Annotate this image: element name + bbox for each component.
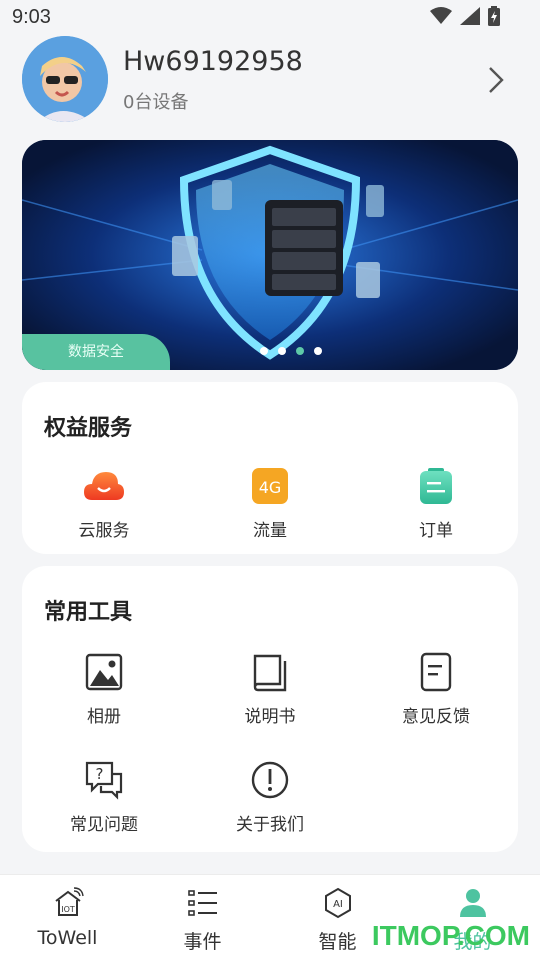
site-watermark: ITMOP.COM	[371, 920, 530, 951]
banner-dot-active[interactable]	[296, 347, 304, 355]
status-bar: 9:03	[0, 0, 540, 36]
svg-text:IOT: IOT	[61, 905, 75, 914]
svg-text:?: ?	[96, 765, 104, 783]
about-icon	[251, 761, 289, 799]
avatar[interactable]	[22, 36, 108, 122]
ai-icon: AI	[324, 887, 351, 919]
benefit-orders[interactable]: 订单	[376, 466, 496, 541]
tool-label: 常见问题	[70, 815, 138, 835]
benefit-label: 流量	[253, 521, 287, 541]
home-iot-icon: IOT	[54, 887, 84, 916]
tool-faq[interactable]: ? 常见问题	[44, 760, 164, 835]
tool-manual[interactable]: 说明书	[210, 652, 330, 727]
tool-label: 相册	[87, 707, 121, 727]
tools-title: 常用工具	[44, 600, 133, 625]
tab-label: ToWell	[37, 927, 98, 949]
banner-dot[interactable]	[260, 347, 268, 355]
svg-text:4G: 4G	[259, 478, 282, 497]
order-icon	[420, 468, 452, 504]
benefits-title: 权益服务	[44, 416, 133, 441]
faq-icon: ?	[85, 761, 123, 800]
banner-tag: 数据安全	[22, 334, 170, 370]
feedback-icon	[420, 652, 452, 692]
tool-about[interactable]: 关于我们	[210, 760, 330, 835]
status-time: 9:03	[12, 6, 51, 28]
4g-icon: 4G	[252, 468, 288, 504]
manual-icon	[253, 654, 287, 692]
benefits-card: 权益服务 云服务 4G 流量 订单	[22, 382, 518, 554]
tools-card: 常用工具 相册 说明书 意见反馈 ? 常见问题 关于我们	[22, 566, 518, 852]
tool-label: 关于我们	[236, 815, 304, 835]
profile-header[interactable]: Hw69192958 0台设备	[0, 36, 540, 126]
battery-icon	[488, 6, 500, 26]
benefit-label: 云服务	[78, 521, 130, 541]
svg-text:AI: AI	[333, 899, 343, 910]
chevron-right-icon[interactable]	[486, 66, 506, 94]
benefit-data-plan[interactable]: 4G 流量	[210, 466, 330, 541]
tool-label: 意见反馈	[402, 707, 470, 727]
tab-events[interactable]: 事件	[135, 875, 270, 960]
signal-icon	[460, 7, 480, 25]
promo-banner[interactable]: 数据安全	[22, 140, 518, 370]
benefit-label: 订单	[419, 521, 453, 541]
tab-towell[interactable]: IOT ToWell	[0, 875, 135, 960]
banner-dot[interactable]	[278, 347, 286, 355]
benefit-cloud-service[interactable]: 云服务	[44, 466, 164, 541]
album-icon	[85, 653, 123, 691]
tool-feedback[interactable]: 意见反馈	[376, 652, 496, 727]
banner-dot[interactable]	[314, 347, 322, 355]
tab-label: 事件	[183, 931, 222, 953]
banner-pagination[interactable]	[260, 347, 322, 355]
tool-label: 说明书	[244, 707, 296, 727]
status-icons	[430, 6, 500, 26]
person-icon	[459, 889, 486, 917]
username: Hw69192958	[123, 46, 303, 77]
wifi-icon	[430, 7, 452, 24]
list-icon	[187, 890, 217, 916]
cloud-icon	[84, 472, 124, 500]
tool-album[interactable]: 相册	[44, 652, 164, 727]
device-count: 0台设备	[123, 92, 189, 113]
